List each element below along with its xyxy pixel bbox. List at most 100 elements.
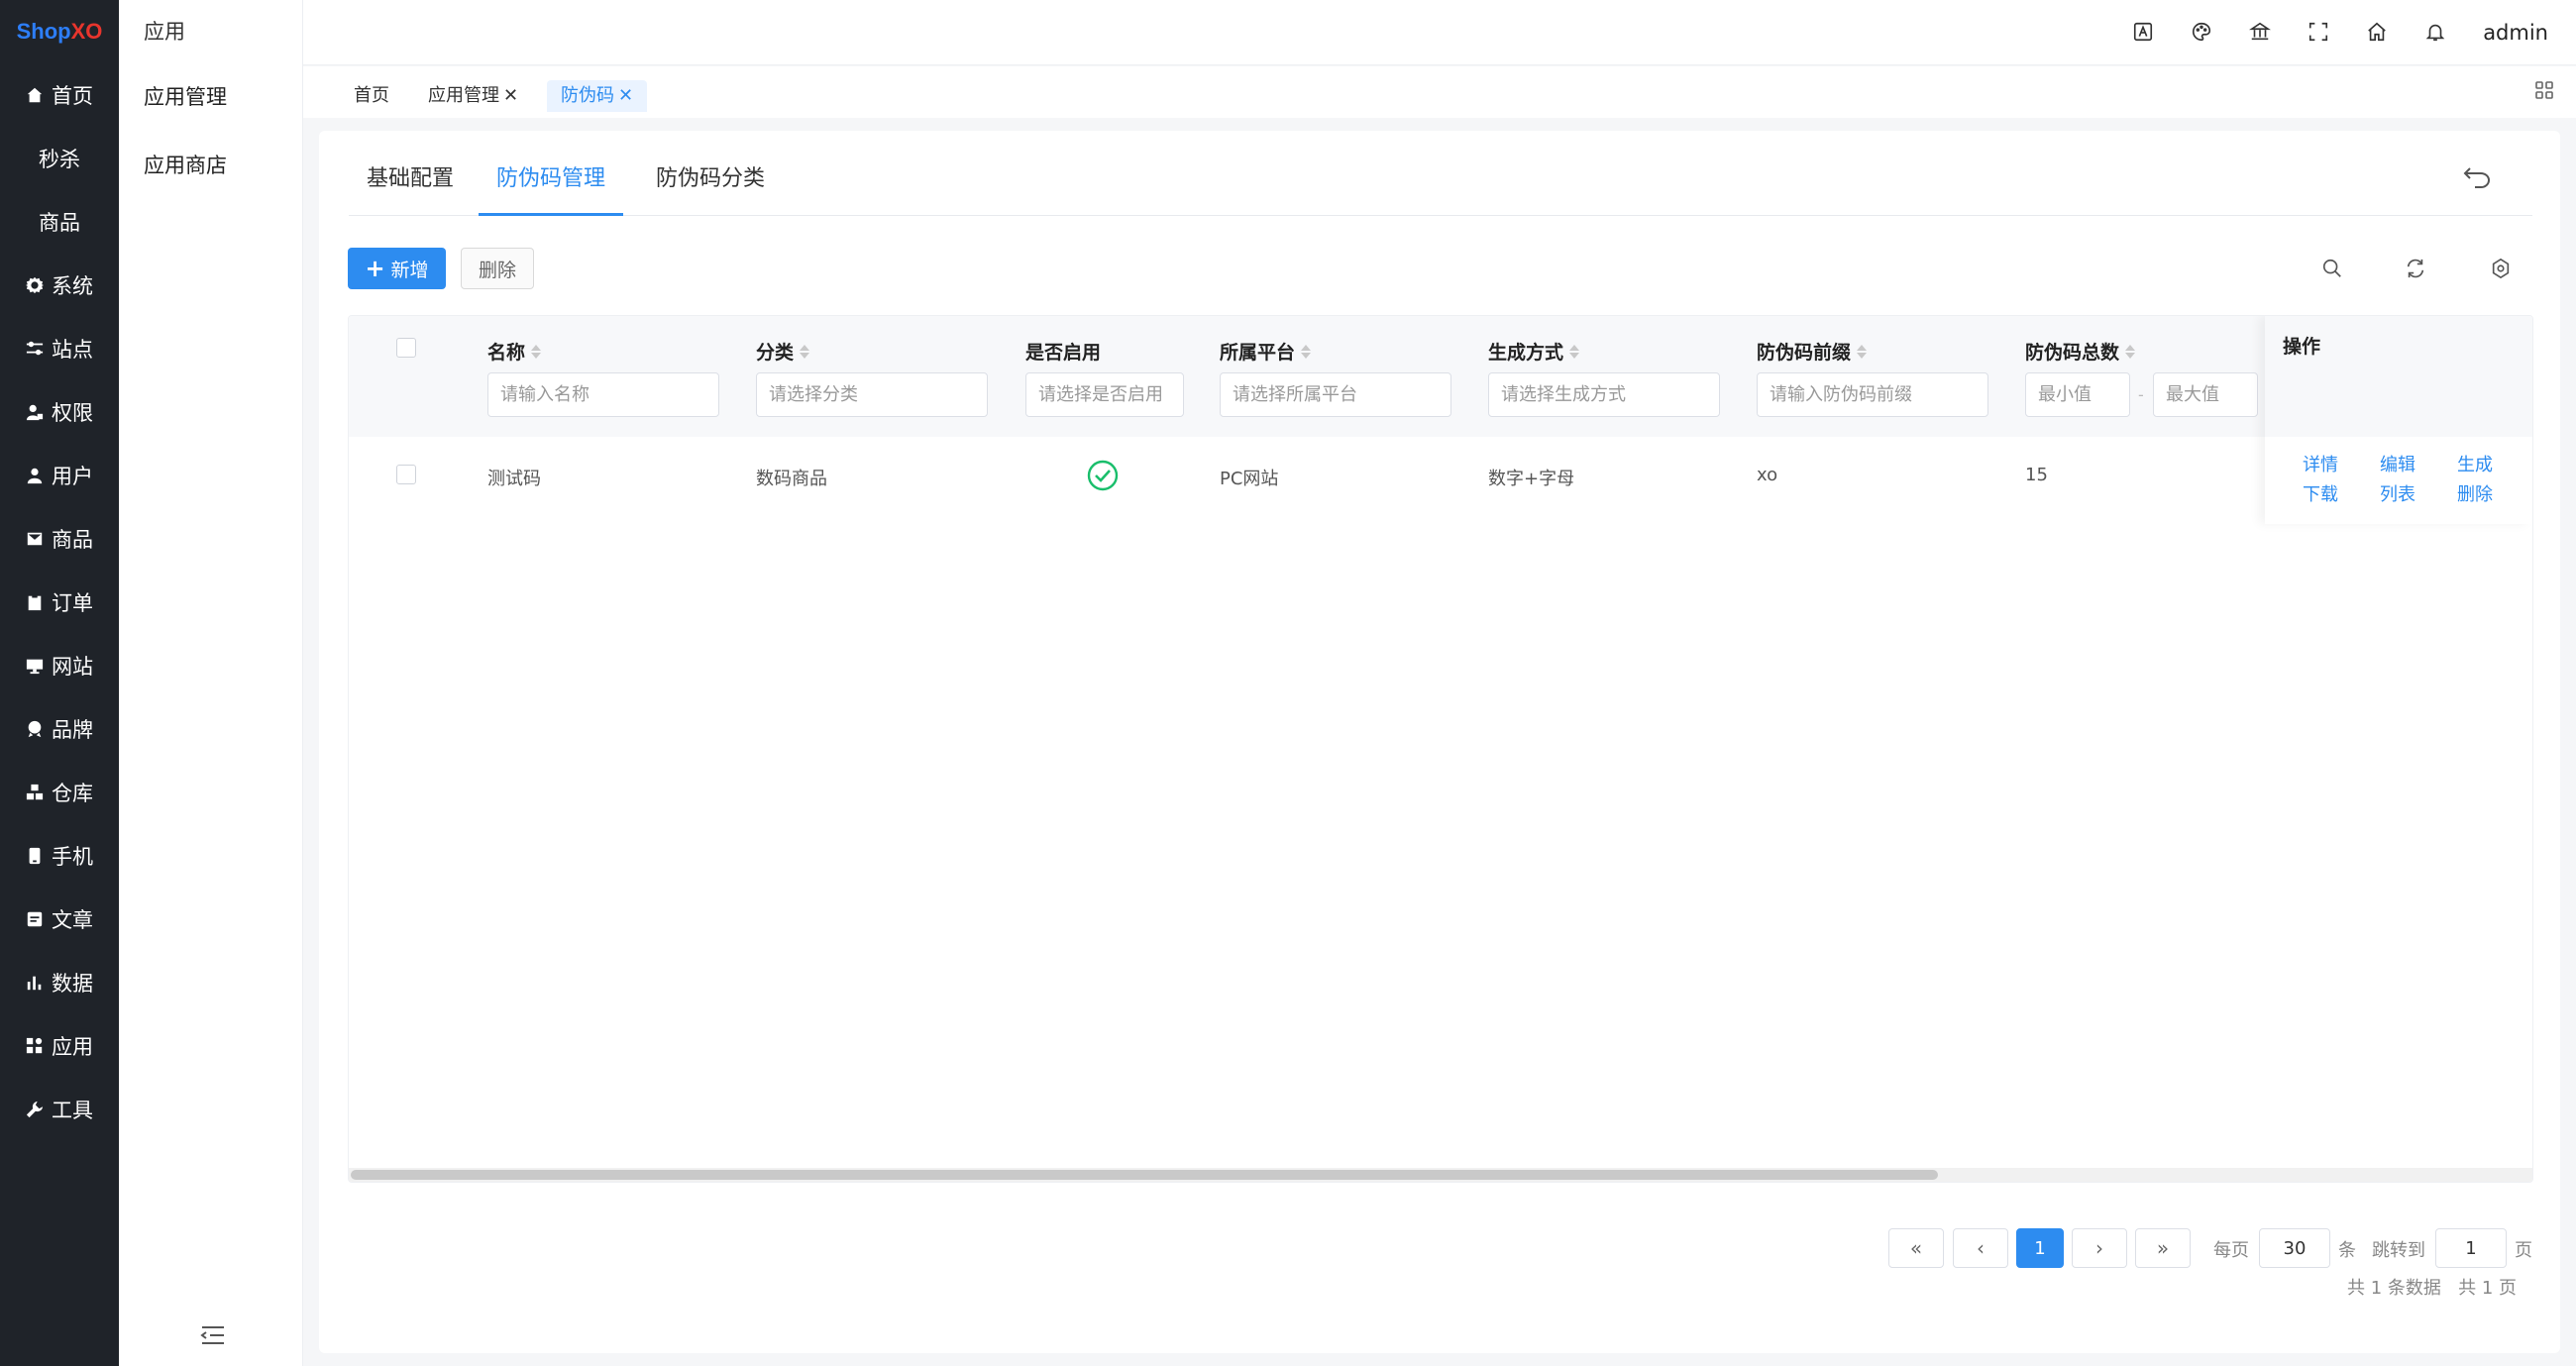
subtab-code-category[interactable]: 防伪码分类 [638,131,783,216]
column-header-total[interactable]: 防伪码总数 [2025,338,2136,365]
sidebar-item-website[interactable]: 网站 [0,634,119,697]
sidebar-item-system[interactable]: 系统 [0,254,119,317]
jump-page-input[interactable]: 1 [2435,1228,2507,1268]
sidebar-item-label: 应用 [52,1035,93,1059]
sidebar-item-tools[interactable]: 工具 [0,1078,119,1141]
sidebar-item-data[interactable]: 数据 [0,951,119,1014]
sub-sidebar-title: 应用 [144,20,185,44]
subtab-code-manage[interactable]: 防伪码管理 [479,131,624,216]
last-page-button[interactable]: » [2135,1228,2191,1268]
sidebar-item-label: 系统 [52,274,93,298]
generate-link[interactable]: 生成 [2457,451,2493,476]
fullscreen-icon[interactable] [2308,21,2331,45]
horizontal-scrollbar[interactable] [349,1168,2532,1182]
brand-icon [26,720,44,738]
sort-icon[interactable] [2125,344,2136,359]
sub-sidebar-item-app-manage[interactable]: 应用管理 [119,63,302,132]
sidebar-item-label: 首页 [52,84,93,108]
per-page-input[interactable]: 30 [2259,1228,2330,1268]
sort-icon[interactable] [531,344,542,359]
sidebar-item-warehouse[interactable]: 仓库 [0,761,119,824]
column-header-prefix[interactable]: 防伪码前缀 [1757,338,1868,365]
sidebar-item-seckill[interactable]: 秒杀 [0,127,119,190]
method-filter-select[interactable]: 请选择生成方式 [1488,372,1720,417]
top-header: admin [303,0,2576,65]
user-icon [26,467,44,484]
tab-home[interactable]: 首页 [340,80,403,112]
sort-icon[interactable] [1569,344,1580,359]
enabled-filter-select[interactable]: 请选择是否启用 [1025,372,1184,417]
sidebar-item-brand[interactable]: 品牌 [0,697,119,761]
sidebar-item-site[interactable]: 站点 [0,317,119,380]
sub-sidebar-item-app-store[interactable]: 应用商店 [119,132,302,200]
sidebar-item-user[interactable]: 用户 [0,444,119,507]
row-checkbox[interactable] [396,465,416,484]
add-button[interactable]: + 新增 [348,248,446,289]
tab-grid-icon[interactable] [2534,80,2554,100]
settings-icon[interactable] [2490,258,2514,281]
sort-icon[interactable] [800,344,810,359]
total-max-input[interactable]: 最大值 [2153,372,2258,417]
prefix-filter-input[interactable]: 请输入防伪码前缀 [1757,372,1988,417]
first-page-button[interactable]: « [1888,1228,1944,1268]
tab-app-manage[interactable]: 应用管理 ✕ [414,80,532,112]
sidebar-item-home[interactable]: 首页 [0,63,119,127]
home-icon[interactable] [2366,21,2390,45]
column-header-category[interactable]: 分类 [756,338,810,365]
refresh-icon[interactable] [2405,258,2428,281]
delete-button[interactable]: 删除 [461,248,534,289]
scrollbar-thumb[interactable] [351,1170,1938,1180]
prev-page-button[interactable]: ‹ [1953,1228,2008,1268]
close-icon[interactable]: ✕ [503,85,518,106]
logo[interactable]: Shop XO [0,0,119,63]
close-icon[interactable]: ✕ [618,85,633,106]
sliders-icon [26,340,44,358]
next-page-button[interactable]: › [2072,1228,2127,1268]
list-link[interactable]: 列表 [2380,480,2415,506]
add-button-label: 新增 [390,259,429,281]
delete-link[interactable]: 删除 [2457,480,2493,506]
sidebar-item-label: 订单 [52,591,93,615]
bell-icon[interactable] [2424,21,2448,45]
back-icon[interactable] [2463,166,2491,188]
sidebar-item-apps[interactable]: 应用 [0,1014,119,1078]
download-link[interactable]: 下载 [2303,480,2338,506]
translate-icon[interactable] [2132,21,2156,45]
select-all-checkbox[interactable] [396,338,416,358]
tab-anti-fake-code[interactable]: 防伪码 ✕ [547,80,648,112]
sidebar-item-order[interactable]: 订单 [0,571,119,634]
search-icon[interactable] [2321,258,2345,281]
user-menu[interactable]: admin [2483,21,2548,45]
bar-chart-icon [26,974,44,992]
page-tab-strip: 首页 应用管理 ✕ 防伪码 ✕ [303,66,2576,118]
edit-link[interactable]: 编辑 [2380,451,2415,476]
sort-icon[interactable] [1857,344,1868,359]
cell-platform: PC网站 [1220,469,1279,489]
sort-icon[interactable] [1301,344,1312,359]
data-table: 名称 请输入名称 分类 请选择分类 是否启用 请选择是否启用 所属平台 请选择所… [348,315,2533,1183]
cell-name: 测试码 [487,469,541,489]
check-circle-icon [1087,460,1119,491]
sidebar-item-goods-top[interactable]: 商品 [0,190,119,254]
warehouse-icon [26,784,44,801]
current-page-button[interactable]: 1 [2016,1228,2064,1268]
column-label: 是否启用 [1025,342,1102,364]
category-filter-select[interactable]: 请选择分类 [756,372,988,417]
column-header-method[interactable]: 生成方式 [1488,338,1580,365]
platform-filter-select[interactable]: 请选择所属平台 [1220,372,1451,417]
bank-icon[interactable] [2249,21,2273,45]
sidebar-item-article[interactable]: 文章 [0,888,119,951]
collapse-menu-icon[interactable] [200,1324,226,1346]
total-min-input[interactable]: 最小值 [2025,372,2130,417]
detail-link[interactable]: 详情 [2303,451,2338,476]
home-icon [26,86,44,104]
phone-icon [26,847,44,865]
sidebar-item-permission[interactable]: 权限 [0,380,119,444]
subtab-basic-config[interactable]: 基础配置 [349,131,472,216]
column-header-platform[interactable]: 所属平台 [1220,338,1312,365]
sidebar-item-mobile[interactable]: 手机 [0,824,119,888]
column-header-name[interactable]: 名称 [487,338,542,365]
sidebar-item-goods[interactable]: 商品 [0,507,119,571]
palette-icon[interactable] [2191,21,2214,45]
name-filter-input[interactable]: 请输入名称 [487,372,719,417]
